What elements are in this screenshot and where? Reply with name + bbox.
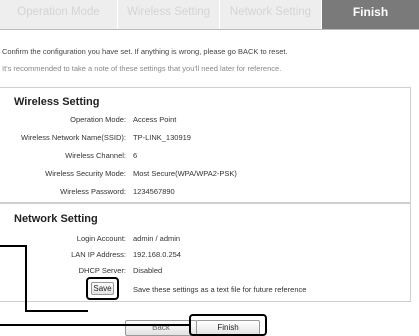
- ssid-label: Wireless Network Name(SSID):: [20, 133, 126, 142]
- operation-mode-value: Access Point: [133, 115, 177, 124]
- intro-confirm-text: Confirm the configuration you have set. …: [2, 47, 288, 56]
- operation-mode-label: Operation Mode:: [70, 115, 126, 124]
- save-highlight-box: [86, 277, 119, 300]
- lan-ip-value: 192.168.0.254: [133, 250, 181, 259]
- wireless-password-label: Wireless Password:: [60, 187, 126, 196]
- wireless-channel-label: Wireless Channel:: [65, 151, 126, 160]
- network-setting-title: Network Setting: [14, 213, 98, 225]
- tab-wireless-setting[interactable]: Wireless Setting: [118, 0, 220, 29]
- intro-note-text: It's recommended to take a note of these…: [2, 64, 282, 73]
- security-mode-label: Wireless Security Mode:: [45, 169, 126, 178]
- network-setting-panel: Network Setting Login Account: LAN IP Ad…: [0, 203, 411, 302]
- wireless-channel-value: 6: [133, 151, 138, 160]
- wireless-setting-title: Wireless Setting: [14, 96, 100, 108]
- login-account-label: Login Account:: [76, 234, 126, 243]
- wireless-setting-panel: Wireless Setting Operation Mode: Wireles…: [0, 87, 411, 203]
- login-account-value: admin / admin: [133, 234, 181, 243]
- dhcp-server-value: Disabled: [133, 266, 163, 275]
- wireless-password-value: 1234567890: [133, 187, 175, 196]
- save-note-text: Save these settings as a text file for f…: [133, 285, 307, 294]
- security-mode-value: Most Secure(WPA/WPA2-PSK): [133, 169, 237, 178]
- finish-highlight-box: [189, 314, 267, 336]
- callout-line-vertical: [25, 245, 27, 312]
- back-button[interactable]: Back: [125, 320, 197, 336]
- ssid-value: TP-LINK_130919: [133, 133, 191, 142]
- tab-finish[interactable]: Finish: [322, 0, 419, 29]
- dhcp-server-label: DHCP Server:: [78, 266, 126, 275]
- tab-operation-mode[interactable]: Operation Mode: [0, 0, 118, 29]
- callout-line-to-save: [25, 310, 88, 312]
- lan-ip-label: LAN IP Address:: [71, 250, 126, 259]
- wizard-tabs: Operation Mode Wireless Setting Network …: [0, 0, 419, 30]
- tab-network-setting[interactable]: Network Setting: [220, 0, 322, 29]
- callout-line-to-finish: [0, 324, 190, 326]
- callout-line-top: [0, 245, 26, 247]
